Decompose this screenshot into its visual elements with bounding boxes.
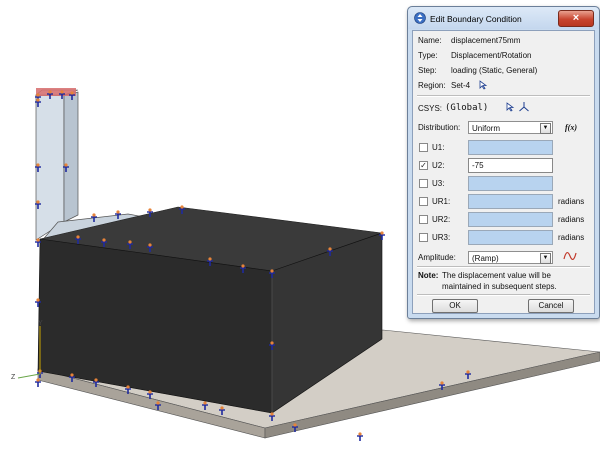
note-label: Note:	[418, 271, 439, 280]
note-line-2: maintained in subsequent steps.	[442, 282, 557, 291]
region-value: Set-4	[451, 81, 471, 90]
type-label: Type:	[418, 51, 438, 60]
dof-checkbox[interactable]	[419, 179, 428, 188]
type-value: Displacement/Rotation	[451, 51, 532, 60]
create-amplitude-icon[interactable]	[563, 250, 577, 262]
dof-label: U1:	[432, 143, 445, 152]
distribution-label: Distribution:	[418, 123, 461, 132]
edit-boundary-condition-dialog: Edit Boundary Condition × Name: displace…	[407, 6, 600, 319]
dof-label: UR2:	[432, 215, 451, 224]
dof-unit: radians	[558, 197, 585, 206]
dof-label: U2:	[432, 161, 445, 170]
close-button[interactable]: ×	[558, 10, 594, 27]
separator	[417, 266, 590, 268]
dof-checkbox[interactable]	[419, 233, 428, 242]
dof-unit: radians	[558, 215, 585, 224]
chevron-down-icon[interactable]: ▼	[540, 123, 551, 134]
cancel-button[interactable]: Cancel	[528, 299, 574, 313]
triad-z-label: Z	[11, 374, 16, 381]
name-label: Name:	[418, 36, 442, 45]
select-region-cursor-icon[interactable]	[479, 80, 488, 90]
dof-value-input[interactable]	[468, 140, 553, 155]
dof-checkbox[interactable]: ✓	[419, 161, 428, 170]
dof-value-input[interactable]	[468, 176, 553, 191]
dof-value-input[interactable]: -75	[468, 158, 553, 173]
step-label: Step:	[418, 66, 437, 75]
dof-label: UR3:	[432, 233, 451, 242]
step-value: loading (Static, General)	[451, 66, 538, 75]
dof-value-input[interactable]	[468, 194, 553, 209]
dof-unit: radians	[558, 233, 585, 242]
dialog-titlebar[interactable]: Edit Boundary Condition ×	[408, 7, 599, 29]
csys-value: (Global)	[445, 103, 489, 113]
amplitude-value: (Ramp)	[472, 254, 499, 263]
dialog-title: Edit Boundary Condition	[430, 14, 522, 24]
amplitude-select[interactable]: (Ramp) ▼	[468, 251, 553, 264]
distribution-select[interactable]: Uniform ▼	[468, 121, 553, 134]
dof-checkbox[interactable]	[419, 215, 428, 224]
fx-button[interactable]: f(x)	[565, 123, 577, 132]
dialog-body: Name: displacement75mm Type: Displacemen…	[412, 30, 595, 314]
dof-value-input[interactable]	[468, 212, 553, 227]
create-csys-icon[interactable]	[518, 101, 530, 113]
region-label: Region:	[418, 81, 446, 90]
separator	[417, 95, 590, 97]
name-value: displacement75mm	[451, 36, 521, 45]
dof-checkbox[interactable]	[419, 197, 428, 206]
boundary-condition-icon	[414, 12, 426, 24]
chevron-down-icon[interactable]: ▼	[540, 253, 551, 264]
amplitude-label: Amplitude:	[418, 253, 456, 262]
separator	[417, 294, 590, 296]
dof-label: UR1:	[432, 197, 451, 206]
triad-y-label: Y	[38, 320, 43, 327]
csys-label: CSYS:	[418, 104, 443, 113]
ok-button[interactable]: OK	[432, 299, 478, 313]
bc-marker	[357, 432, 363, 441]
dof-checkbox[interactable]	[419, 143, 428, 152]
dof-value-input[interactable]	[468, 230, 553, 245]
distribution-value: Uniform	[472, 124, 501, 133]
dof-label: U3:	[432, 179, 445, 188]
select-csys-cursor-icon[interactable]	[506, 102, 515, 112]
vertical-column	[35, 88, 79, 241]
note-line-1: The displacement value will be	[442, 271, 551, 280]
